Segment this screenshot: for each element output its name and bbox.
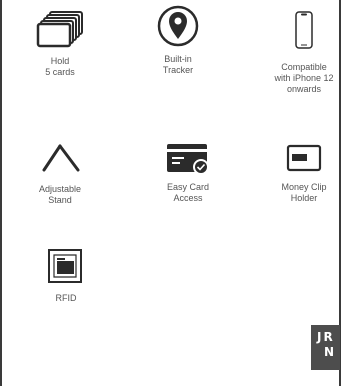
stand-icon: [42, 144, 80, 172]
rfid-icon: [48, 249, 82, 283]
feature-compatible: Compatible with iPhone 12 onwards: [254, 8, 342, 95]
feature-label-line: Easy Card: [166, 182, 210, 192]
frame-left-edge: [0, 0, 2, 386]
feature-label: Money Clip Holder: [254, 182, 342, 204]
feature-label-line: Access: [173, 193, 203, 203]
money-clip-icon: [286, 144, 322, 172]
feature-label: Hold 5 cards: [10, 56, 110, 78]
feature-label-line: Stand: [48, 195, 72, 205]
feature-label-line: Compatible: [281, 62, 327, 72]
feature-label-line: Adjustable: [38, 184, 82, 194]
feature-rfid: RFID: [16, 247, 116, 304]
feature-label-line: RFID: [55, 293, 77, 303]
feature-label-line: onwards: [286, 84, 322, 94]
feature-label-line: Hold: [50, 56, 70, 66]
smartphone-icon: [295, 11, 313, 49]
feature-label: Compatible with iPhone 12 onwards: [254, 62, 342, 95]
card-access-icon: [167, 144, 209, 175]
feature-label-line: Holder: [290, 193, 318, 203]
badge-line-1: JR: [317, 330, 335, 344]
feature-hold-cards: Hold 5 cards: [10, 8, 110, 78]
brand-badge: JR N: [311, 325, 340, 370]
feature-label-line: 5 cards: [45, 67, 75, 77]
feature-label: Adjustable Stand: [10, 184, 110, 206]
feature-tracker: Built-in Tracker: [128, 4, 228, 76]
card-stack-icon: [36, 11, 83, 48]
location-pin-icon: [157, 5, 199, 47]
feature-label: Built-in Tracker: [128, 54, 228, 76]
badge-line-2: N: [324, 345, 337, 359]
feature-label-line: Tracker: [162, 65, 194, 75]
feature-label-line: Built-in: [164, 54, 192, 64]
feature-money-clip: Money Clip Holder: [254, 140, 342, 204]
feature-card-access: Easy Card Access: [138, 142, 238, 204]
feature-label-line: Money Clip: [281, 182, 327, 192]
feature-stand: Adjustable Stand: [10, 140, 110, 206]
feature-label-line: with iPhone 12: [274, 73, 334, 83]
feature-label: Easy Card Access: [138, 182, 238, 204]
feature-label: RFID: [16, 293, 116, 304]
